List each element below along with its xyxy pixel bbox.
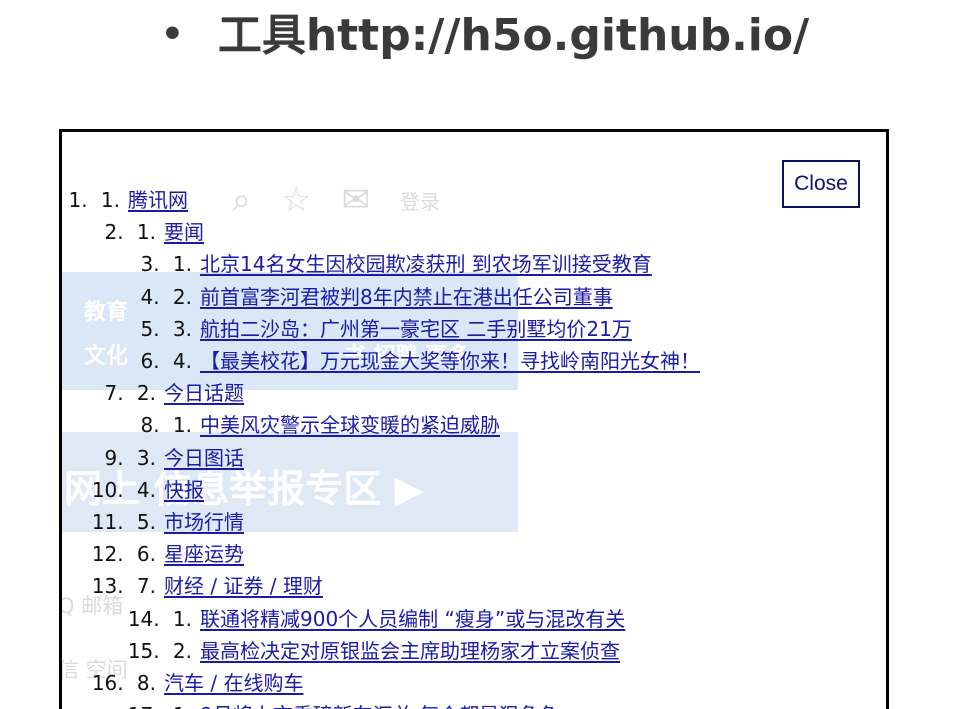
outline-item-number: 1.: [172, 252, 192, 276]
outline-link[interactable]: 汽车 / 在线购车: [164, 671, 303, 695]
outline-link[interactable]: 今日图话: [164, 446, 244, 470]
outline-link[interactable]: 北京14名女生因校园欺凌获刑 到农场军训接受教育: [200, 252, 652, 276]
outline-link[interactable]: 【最美校花】万元现金大奖等你来！寻找岭南阳光女神！: [200, 349, 700, 373]
outline-item: 4. 快报: [130, 476, 204, 504]
outline-item: 3. 今日图话: [130, 444, 244, 472]
outline-link[interactable]: 腾讯网: [128, 188, 188, 212]
search-icon: ⌕: [232, 180, 252, 220]
outline-link[interactable]: 最高检决定对原银监会主席助理杨家才立案侦查: [200, 639, 620, 663]
outline-item: 1. 北京14名女生因校园欺凌获刑 到农场军训接受教育: [166, 250, 652, 278]
outline-item: 7. 财经 / 证券 / 理财: [130, 572, 323, 600]
outline-link[interactable]: 财经 / 证券 / 理财: [164, 574, 323, 598]
outline-item-number: 1.: [172, 413, 192, 437]
background-nav-row: 教育: [84, 300, 129, 325]
outline-item-number: 8.: [136, 671, 156, 695]
outline-item-number: 1.: [136, 220, 156, 244]
outline-popup-screenshot: ⌕ ☆ ✉ 登录 教育 文化书 招聘 更多 网上 信息举报专区 ▶ Q 邮箱 信…: [59, 129, 889, 709]
outline-link[interactable]: 要闻: [164, 220, 204, 244]
outline-item: 8. 汽车 / 在线购车: [130, 669, 304, 697]
outline-item-number: 6.: [136, 542, 156, 566]
outline-link[interactable]: 市场行情: [164, 510, 244, 534]
outline-item: 1. 要闻: [130, 218, 204, 246]
outline-item-number: 1.: [172, 607, 192, 631]
mail-icon: ✉: [341, 180, 371, 220]
outline-item: 6. 星座运势: [130, 540, 244, 568]
slide: • 工具http://h5o.github.io/ ⌕ ☆ ✉ 登录 教育 文化书…: [0, 0, 970, 709]
close-button[interactable]: Close: [782, 160, 860, 208]
outline-item: 2. 前首富李河君被判8年内禁止在港出任公司董事: [166, 283, 613, 311]
outline-link[interactable]: 快报: [164, 478, 204, 502]
outline-item-number: 1.: [100, 188, 120, 212]
outline-item: 5. 市场行情: [130, 508, 244, 536]
outline-item: 3. 航拍二沙岛：广州第一豪宅区 二手别墅均价21万: [166, 315, 632, 343]
outline-item-number: 1.: [166, 701, 192, 709]
outline-item: 4. 【最美校花】万元现金大奖等你来！寻找岭南阳光女神！: [166, 347, 700, 375]
login-link: 登录: [400, 189, 441, 214]
background-toolbar: ⌕ ☆ ✉ 登录: [232, 180, 470, 220]
star-icon: ☆: [281, 180, 312, 220]
outline-item: 1. 腾讯网: [94, 186, 188, 214]
outline-item: 1. 9月将上市重磅新车汇总 每个都是狠角色: [166, 701, 559, 709]
outline-link[interactable]: 9月将上市重磅新车汇总 每个都是狠角色: [200, 703, 559, 709]
outline-item: 2. 最高检决定对原银监会主席助理杨家才立案侦查: [166, 637, 620, 665]
bullet-icon: •: [160, 14, 184, 55]
outline-link[interactable]: 联通将精减900个人员编制 “瘦身”或与混改有关: [200, 607, 625, 631]
slide-title-text: 工具http://h5o.github.io/: [217, 10, 810, 61]
outline-item-number: 3.: [136, 446, 156, 470]
outline-item-number: 2.: [172, 639, 192, 663]
outline-item-number: 3.: [172, 317, 192, 341]
outline-item: 2. 今日话题: [130, 379, 244, 407]
outline-link[interactable]: 今日话题: [164, 381, 244, 405]
outline-link[interactable]: 航拍二沙岛：广州第一豪宅区 二手别墅均价21万: [200, 317, 632, 341]
outline-item-number: 4.: [136, 478, 156, 502]
background-nav-row: 文化书 招聘 更多: [84, 338, 469, 370]
outline-item-number: 2.: [172, 285, 192, 309]
outline-link[interactable]: 中美风灾警示全球变暖的紧迫威胁: [200, 413, 500, 437]
outline-item-number: 7.: [136, 574, 156, 598]
background-nav-item: 文化: [84, 344, 129, 369]
outline-link[interactable]: 星座运势: [164, 542, 244, 566]
outline-item: 1. 中美风灾警示全球变暖的紧迫威胁: [166, 411, 500, 439]
outline-item-number: 4.: [172, 349, 192, 373]
outline-item-number: 5.: [136, 510, 156, 534]
slide-title: • 工具http://h5o.github.io/: [0, 4, 970, 67]
outline-item-number: 2.: [136, 381, 156, 405]
outline-link[interactable]: 前首富李河君被判8年内禁止在港出任公司董事: [200, 285, 613, 309]
outline-item: 1. 联通将精减900个人员编制 “瘦身”或与混改有关: [166, 605, 625, 633]
